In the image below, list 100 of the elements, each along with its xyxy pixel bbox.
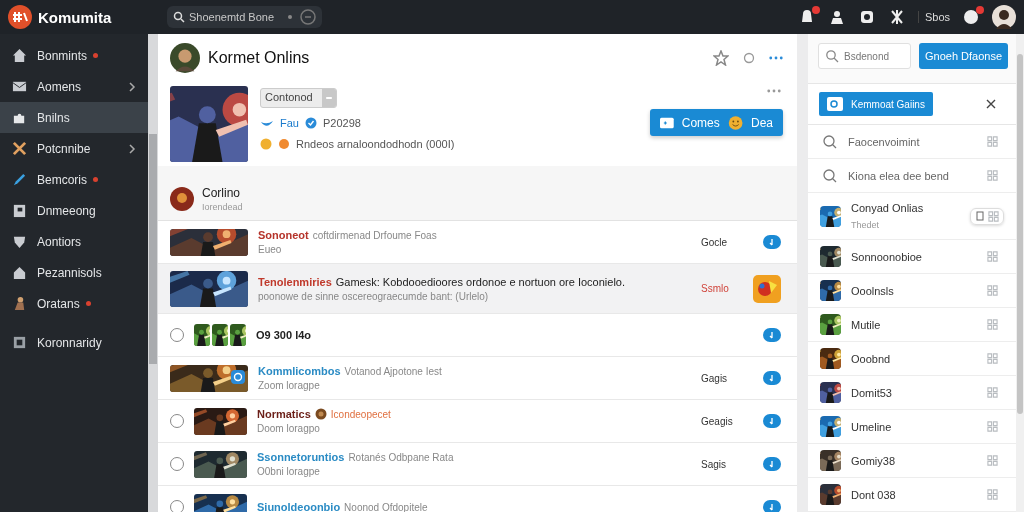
game-icon[interactable] (753, 274, 781, 303)
shield-icon (12, 234, 27, 249)
building-icon (12, 203, 27, 218)
figure-icon (12, 296, 27, 311)
sidebar-item[interactable]: Bemcoris (0, 164, 148, 195)
user-label[interactable]: Sbos (917, 11, 950, 23)
row-subtitle: Eueo (258, 244, 283, 255)
sidebar-item[interactable]: Potcnnibe (0, 133, 148, 164)
search-icon (822, 133, 838, 150)
avatar-icon[interactable] (992, 5, 1016, 29)
coin-icon (278, 138, 290, 150)
list-row[interactable]: Tenolenmiries Gamesk: Kobdooedioores ordonoe e nortuon ore Ioconielo. poonowe de sinne oscereograecumde bant: (Urlelo) Ssmlo (158, 264, 797, 314)
mail-icon (12, 79, 27, 94)
app-name: Komumita (38, 8, 113, 26)
chevron-icon (128, 142, 136, 155)
list-row[interactable]: O9 300 l4o (158, 314, 797, 357)
status-pill-icon (763, 414, 781, 428)
result-item[interactable]: Umeline (808, 410, 1016, 444)
result-item[interactable]: Domit53 (808, 376, 1016, 410)
sidebar-item[interactable]: Bnilns (0, 102, 148, 133)
search-icon (173, 11, 185, 23)
result-title: Gomiy38 (851, 454, 896, 467)
sidebar-item[interactable]: Dnmeeong (0, 195, 148, 226)
scrollbar-thumb[interactable] (149, 134, 157, 364)
status-pill-icon (763, 457, 781, 471)
chat-icon[interactable] (962, 8, 980, 26)
row-subtitle: O0bni loragpe (257, 466, 321, 477)
result-item[interactable]: Kiona elea dee bend (808, 159, 1016, 193)
sidebar-item[interactable]: Pezannisols (0, 257, 148, 288)
row-title: O9 300 l4o (256, 329, 312, 341)
play-button[interactable]: Comes Dea (650, 109, 783, 136)
row-title: Sononeot (258, 229, 309, 241)
list-row[interactable]: Ssonnetoruntios Rotanés Odbpane Rata O0bni loragpe Sagis (158, 443, 797, 486)
chevron-icon (128, 80, 136, 93)
row-description: Noonod Ofdopitele (344, 501, 428, 512)
create-button[interactable]: Gnoeh Dfaonse (919, 43, 1008, 69)
sidebar-item[interactable]: Koronnaridy (0, 327, 148, 358)
game-code: P20298 (322, 117, 361, 129)
scrollbar-thumb[interactable] (1017, 54, 1023, 414)
result-item[interactable]: Mutile (808, 308, 1016, 342)
star-icon[interactable] (713, 50, 729, 66)
row-tag: Gagis (701, 372, 743, 384)
status-button[interactable]: Contonod (260, 88, 337, 108)
sidebar-item[interactable]: Aontiors (0, 226, 148, 257)
result-item[interactable]: Conyad Onlias Thedet (808, 193, 1016, 240)
result-title: Ooolnsls (851, 284, 894, 297)
result-item[interactable]: Gomiy38 (808, 444, 1016, 478)
search-icon (825, 49, 839, 63)
status-pill-icon (763, 235, 781, 249)
result-item[interactable]: Ooolnsls (808, 274, 1016, 308)
avatar-icon (170, 43, 200, 73)
row-title: Kommlicombos (258, 365, 341, 377)
avatar-icon (170, 187, 194, 211)
section-title: Corlino (202, 186, 241, 200)
search-icon (822, 167, 838, 184)
home-icon (12, 48, 27, 63)
result-title: Mutile (851, 318, 881, 331)
close-icon[interactable] (984, 97, 998, 111)
copy-icon[interactable] (975, 211, 985, 221)
row-title: Tenolenmiries (258, 275, 332, 288)
logo-icon (8, 5, 32, 29)
result-item[interactable]: Ooobnd (808, 342, 1016, 376)
circle-icon[interactable] (743, 52, 755, 64)
sidebar-item[interactable]: Aomens (0, 71, 148, 102)
row-tag: Geagis (701, 415, 743, 427)
house-icon (12, 265, 27, 280)
sidebar-item[interactable]: Bonmints (0, 40, 148, 71)
row-subtitle: Doom loragpo (257, 423, 321, 434)
result-title: Dont 038 (851, 488, 896, 501)
page-title: Kormet Onlins (208, 49, 310, 67)
result-item[interactable]: Dont 038 (808, 478, 1016, 512)
search-field[interactable]: Shoenemtd Bone (167, 6, 322, 28)
filter-chip[interactable]: Kemmoat Gaiins (819, 92, 933, 116)
game-description: Rndeos arnaloondodhodn (000I) (296, 138, 455, 150)
row-title: Ssonnetoruntios (257, 451, 345, 463)
list-row[interactable]: Siunoldeoonbio Noonod Ofdopitele (158, 486, 797, 512)
result-item[interactable]: Faocenvoimint (808, 125, 1016, 159)
tools-icon (12, 141, 27, 156)
list-row[interactable]: Normatics Icondeopecet Doom loragpo Geagis (158, 400, 797, 443)
result-title: Domit53 (851, 386, 892, 399)
platform-label: Fau (280, 117, 299, 129)
result-item[interactable]: Sonnoonobioe (808, 240, 1016, 274)
result-subtitle: Thedet (851, 220, 881, 230)
row-tag: Gocle (701, 236, 743, 248)
more-icon[interactable] (767, 89, 781, 93)
row-tag: Ssmlo (701, 283, 743, 294)
search-field[interactable]: Bsdenond (818, 43, 911, 69)
more-icon[interactable] (769, 56, 783, 60)
list-row[interactable]: Kommlicombos Votanod Ajpotone Iest Zoom loragpe Gagis (158, 357, 797, 400)
verified-icon (304, 117, 317, 129)
row-description: Rotanés Odbpane Rata (348, 451, 454, 463)
pen-icon (12, 172, 27, 187)
row-title: Siunoldeoonbio (257, 501, 341, 512)
row-description: Gamesk: Kobdooedioores ordonoe e nortuon ore Ioconielo. (335, 275, 625, 288)
section-subtitle: Iorendead (202, 202, 243, 212)
row-title: Normatics (257, 408, 311, 420)
row-note: Icondeopecet (330, 408, 391, 420)
row-description: Votanod Ajpotone Iest (344, 365, 442, 377)
sidebar-item[interactable]: Oratans (0, 288, 148, 319)
status-pill-icon (763, 371, 781, 385)
